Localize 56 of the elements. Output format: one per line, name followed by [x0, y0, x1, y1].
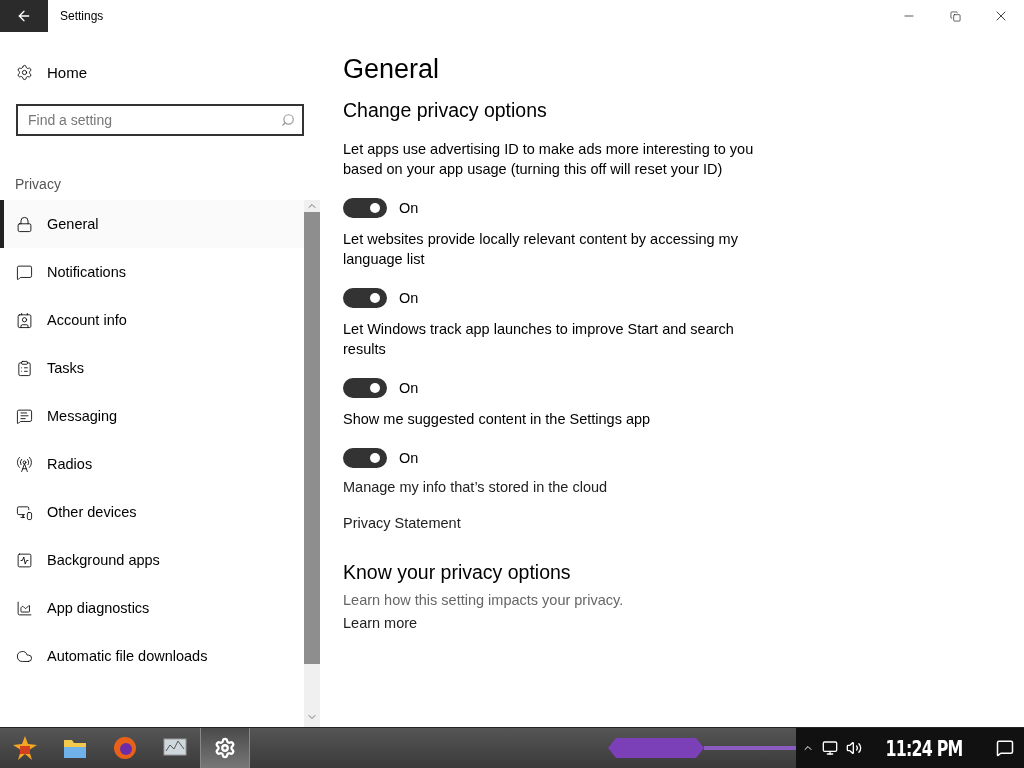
home-link[interactable]: Home — [16, 60, 304, 84]
sidebar-item[interactable]: Notifications — [0, 248, 304, 296]
area-chart-icon — [16, 599, 33, 617]
start-logo-icon — [12, 735, 38, 761]
option-label: Let websites provide locally relevant content by accessing my language list — [343, 230, 739, 269]
section-label: Privacy — [15, 176, 62, 192]
link[interactable]: Manage my info that’s stored in the cloud — [343, 479, 608, 495]
toggle-switch[interactable] — [343, 378, 387, 398]
sidebar-item[interactable]: General — [0, 200, 304, 248]
search-icon — [281, 113, 295, 127]
sidebar-item[interactable]: Background apps — [0, 536, 304, 584]
toggle-switch[interactable] — [343, 448, 387, 468]
settings-icon — [214, 737, 236, 759]
toggle-switch[interactable] — [343, 198, 387, 218]
folder-icon — [63, 737, 87, 759]
devices-icon — [16, 503, 33, 521]
link[interactable]: Privacy Statement — [343, 515, 461, 531]
sidebar-item[interactable]: Messaging — [0, 392, 304, 440]
option-label: Let apps use advertising ID to make ads more interesting to you based on your app usage (turning this off will reset your ID) — [343, 140, 755, 179]
contact-card-icon — [16, 311, 33, 329]
sidebar-item[interactable]: Other devices — [0, 488, 304, 536]
message-icon — [16, 407, 33, 425]
sidebar-item[interactable]: Radios — [0, 440, 304, 488]
network-icon[interactable] — [821, 740, 838, 756]
window-title: Settings — [60, 9, 105, 23]
section-heading: Change privacy options — [343, 99, 548, 122]
monitor-chart-icon — [162, 737, 188, 759]
volume-icon[interactable] — [845, 740, 862, 756]
back-arrow-icon — [16, 8, 32, 24]
toggle-switch[interactable] — [343, 288, 387, 308]
radio-tower-icon — [16, 455, 33, 473]
clipboard-list-icon — [16, 359, 33, 377]
toggle-state: On — [399, 290, 419, 306]
toggle-state: On — [399, 380, 419, 396]
option-label: Let Windows track app launches to improve Start and search results — [343, 320, 735, 359]
description: Learn how this setting impacts your privacy. — [343, 592, 625, 608]
sidebar-item[interactable]: Tasks — [0, 344, 304, 392]
lock-icon — [16, 215, 33, 233]
gear-icon — [16, 63, 33, 81]
back-button[interactable] — [0, 0, 48, 32]
taskbar-app[interactable] — [200, 728, 250, 768]
sidebar-item[interactable]: Account info — [0, 296, 304, 344]
restore-icon — [949, 10, 961, 22]
option-label: Show me suggested content in the Settings app — [343, 410, 652, 429]
search-field[interactable]: Find a setting — [16, 104, 304, 136]
activity-icon — [16, 551, 33, 569]
page-title: General — [343, 54, 441, 85]
notification-icon[interactable] — [996, 739, 1014, 757]
section-heading: Know your privacy options — [343, 561, 572, 584]
sidebar-item[interactable]: App diagnostics — [0, 584, 304, 632]
learn-more-link[interactable]: Learn more — [343, 615, 418, 631]
toggle-state: On — [399, 450, 419, 466]
toggle-state: On — [399, 200, 419, 216]
sidebar-item[interactable]: Automatic file downloads — [0, 632, 304, 680]
browser-icon — [113, 736, 137, 760]
speech-bubble-icon — [16, 263, 33, 281]
